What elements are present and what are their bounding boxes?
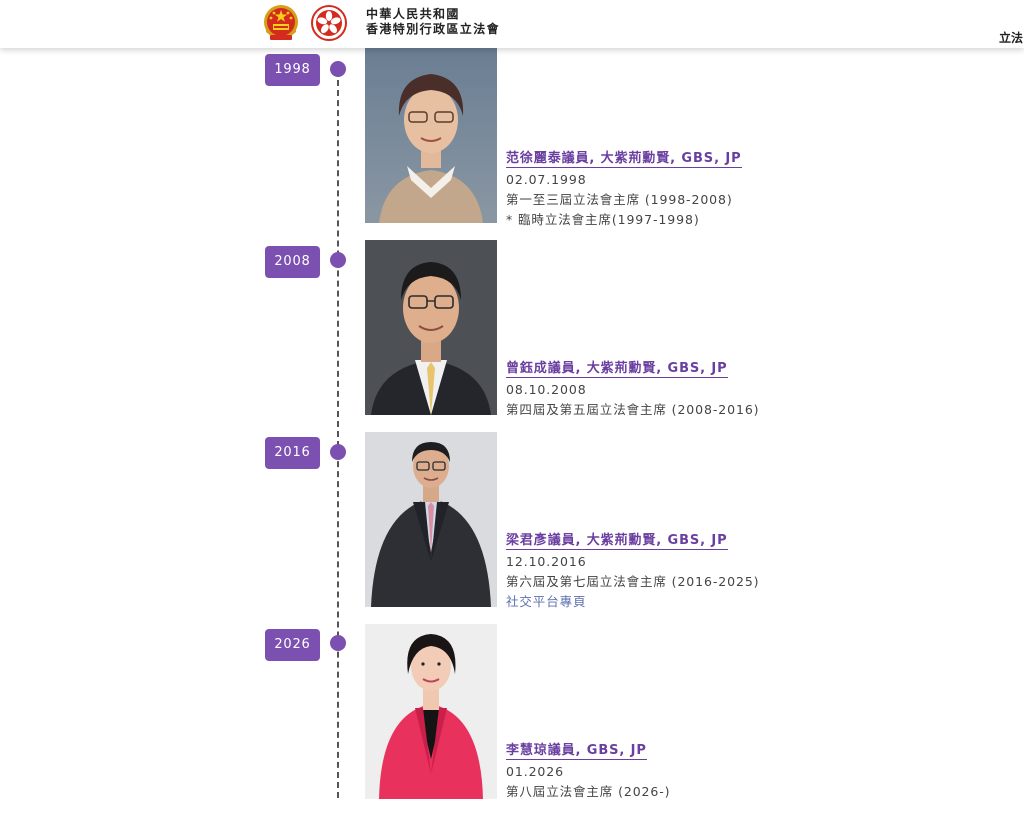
- site-title-line1: 中華人民共和國: [366, 7, 460, 21]
- timeline-dot: [330, 252, 346, 268]
- member-info: 曾鈺成議員, 大紫荊勳賢, GBS, JP 08.10.2008 第四屆及第五屆…: [506, 357, 759, 420]
- year-badge: 2008: [265, 246, 320, 278]
- social-media-link[interactable]: 社交平台專頁: [506, 592, 759, 612]
- member-name-link[interactable]: 范徐麗泰議員, 大紫荊勳賢, GBS, JP: [506, 147, 742, 168]
- member-portrait: [365, 432, 497, 607]
- member-info: 梁君彥議員, 大紫荊勳賢, GBS, JP 12.10.2016 第六屆及第七屆…: [506, 529, 759, 612]
- member-portrait: [365, 624, 497, 799]
- member-info: 李慧琼議員, GBS, JP 01.2026 第八屆立法會主席 (2026-): [506, 739, 670, 802]
- year-badge: 2016: [265, 437, 320, 469]
- timeline-dot: [330, 635, 346, 651]
- appointment-date: 01.2026: [506, 764, 564, 779]
- timeline-line: [337, 70, 339, 798]
- term-description: 第四屆及第五屆立法會主席 (2008-2016): [506, 402, 760, 417]
- site-title[interactable]: 中華人民共和國 香港特別行政區立法會: [366, 7, 500, 37]
- appointment-date: 08.10.2008: [506, 382, 587, 397]
- year-badge: 2026: [265, 629, 320, 661]
- national-emblem-icon[interactable]: [262, 4, 300, 42]
- member-name-link[interactable]: 曾鈺成議員, 大紫荊勳賢, GBS, JP: [506, 357, 728, 378]
- page: 中華人民共和國 香港特別行政區立法會 立法 1998 范徐麗泰議員, 大紫荊勳賢…: [0, 0, 1024, 836]
- member-name-link[interactable]: 李慧琼議員, GBS, JP: [506, 739, 647, 760]
- member-name-link[interactable]: 梁君彥議員, 大紫荊勳賢, GBS, JP: [506, 529, 728, 550]
- term-note: * 臨時立法會主席(1997-1998): [506, 212, 700, 227]
- term-description: 第一至三屆立法會主席 (1998-2008): [506, 192, 733, 207]
- appointment-date: 12.10.2016: [506, 554, 587, 569]
- year-badge: 1998: [265, 54, 320, 86]
- member-portrait: [365, 240, 497, 415]
- appointment-date: 02.07.1998: [506, 172, 587, 187]
- term-description: 第六屆及第七屆立法會主席 (2016-2025): [506, 574, 760, 589]
- nav-menu-item[interactable]: 立法: [999, 29, 1023, 46]
- term-description: 第八屆立法會主席 (2026-): [506, 784, 671, 799]
- site-header: 中華人民共和國 香港特別行政區立法會 立法: [0, 0, 1024, 48]
- timeline-dot: [330, 444, 346, 460]
- site-title-line2: 香港特別行政區立法會: [366, 22, 501, 36]
- timeline-dot: [330, 61, 346, 77]
- hksar-regional-emblem-icon[interactable]: [311, 5, 347, 41]
- member-info: 范徐麗泰議員, 大紫荊勳賢, GBS, JP 02.07.1998 第一至三屆立…: [506, 147, 742, 230]
- member-portrait: [365, 48, 497, 223]
